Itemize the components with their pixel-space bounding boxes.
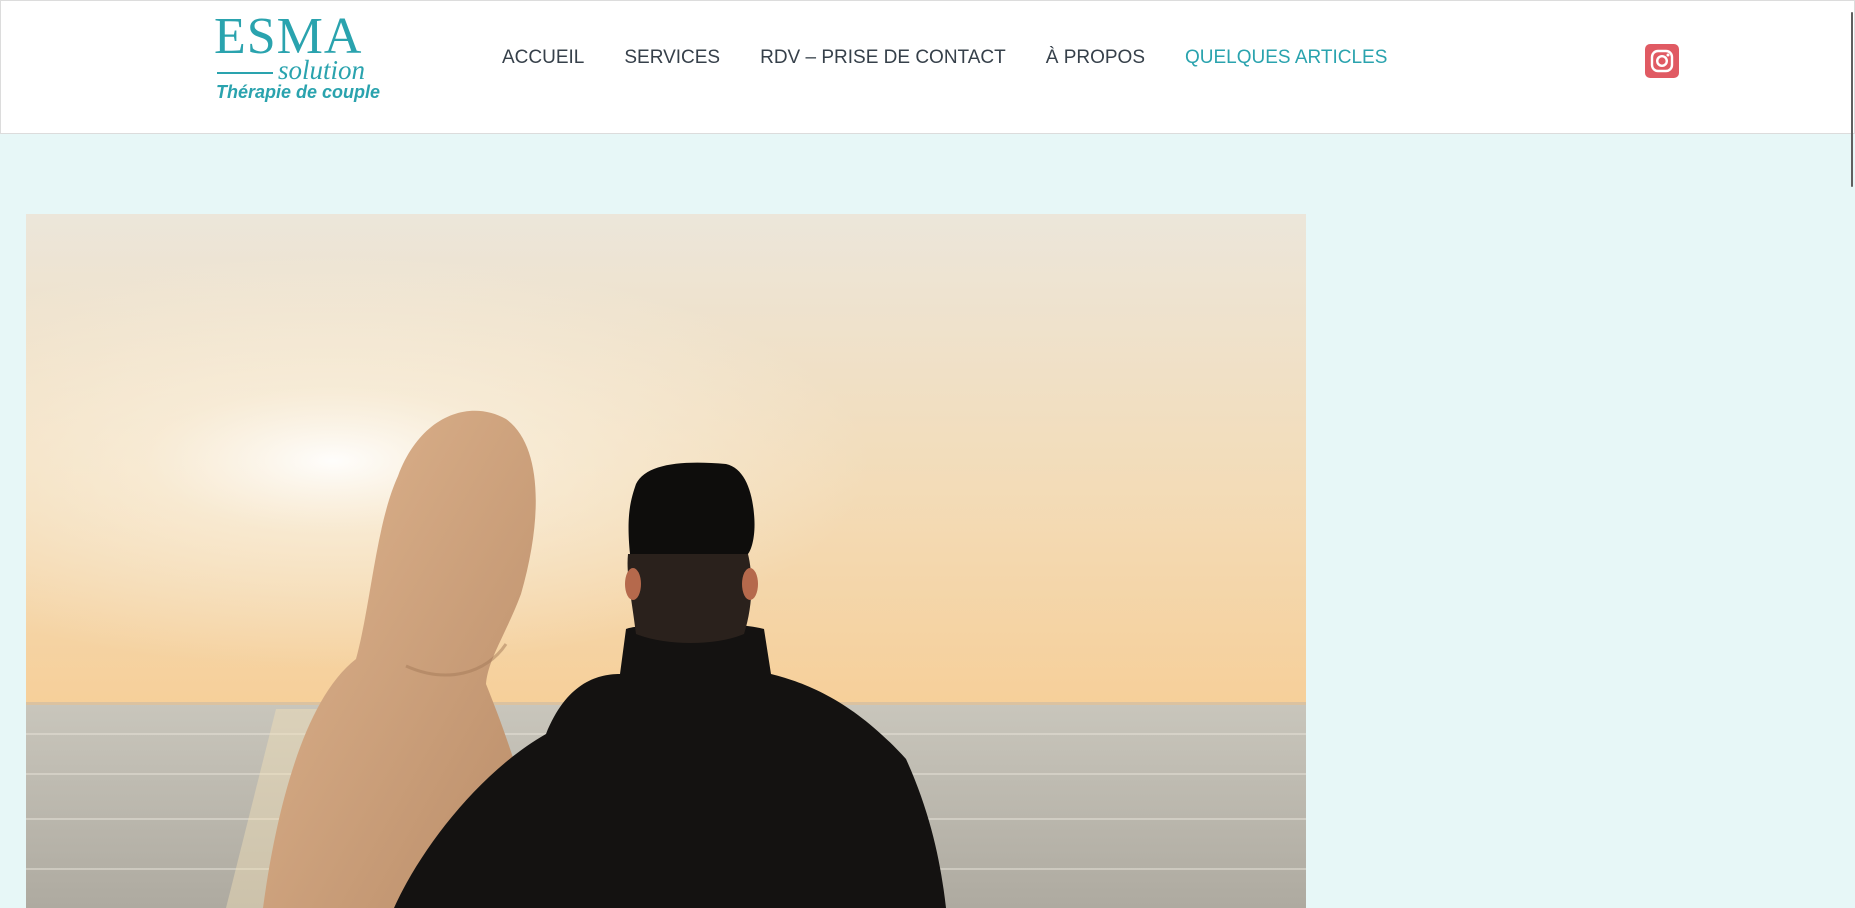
nav-item-accueil[interactable]: ACCUEIL: [502, 47, 584, 69]
main-nav: ACCUEIL SERVICES RDV – PRISE DE CONTACT …: [502, 47, 1387, 69]
logo-subtitle: solution: [278, 55, 366, 85]
nav-item-articles[interactable]: QUELQUES ARTICLES: [1185, 47, 1387, 69]
site-header: ESMA solution Thérapie de couple ACCUEIL…: [0, 0, 1855, 134]
page-scrollbar[interactable]: [1851, 12, 1853, 187]
nav-item-services[interactable]: SERVICES: [624, 47, 720, 69]
instagram-icon[interactable]: [1645, 44, 1679, 78]
nav-item-a-propos[interactable]: À PROPOS: [1046, 47, 1145, 69]
logo-tagline: Thérapie de couple: [216, 82, 381, 102]
nav-item-rdv[interactable]: RDV – PRISE DE CONTACT: [760, 47, 1006, 69]
logo-divider: [217, 72, 273, 74]
site-logo[interactable]: ESMA solution Thérapie de couple: [214, 11, 384, 106]
hero-image: [26, 214, 1306, 908]
